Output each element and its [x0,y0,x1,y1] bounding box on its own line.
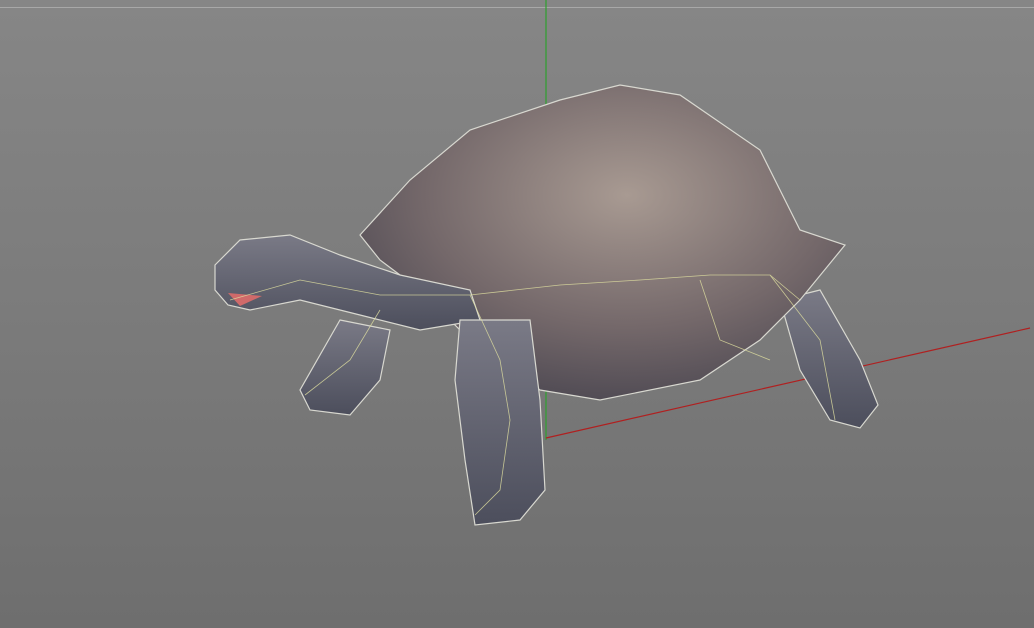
tortoise-model[interactable] [214,84,879,526]
scene [214,0,1031,526]
back-leg [779,289,879,429]
front-right-leg [454,319,546,526]
shell [359,84,847,401]
3d-viewport[interactable] [0,0,1034,628]
front-left-leg [299,319,391,416]
